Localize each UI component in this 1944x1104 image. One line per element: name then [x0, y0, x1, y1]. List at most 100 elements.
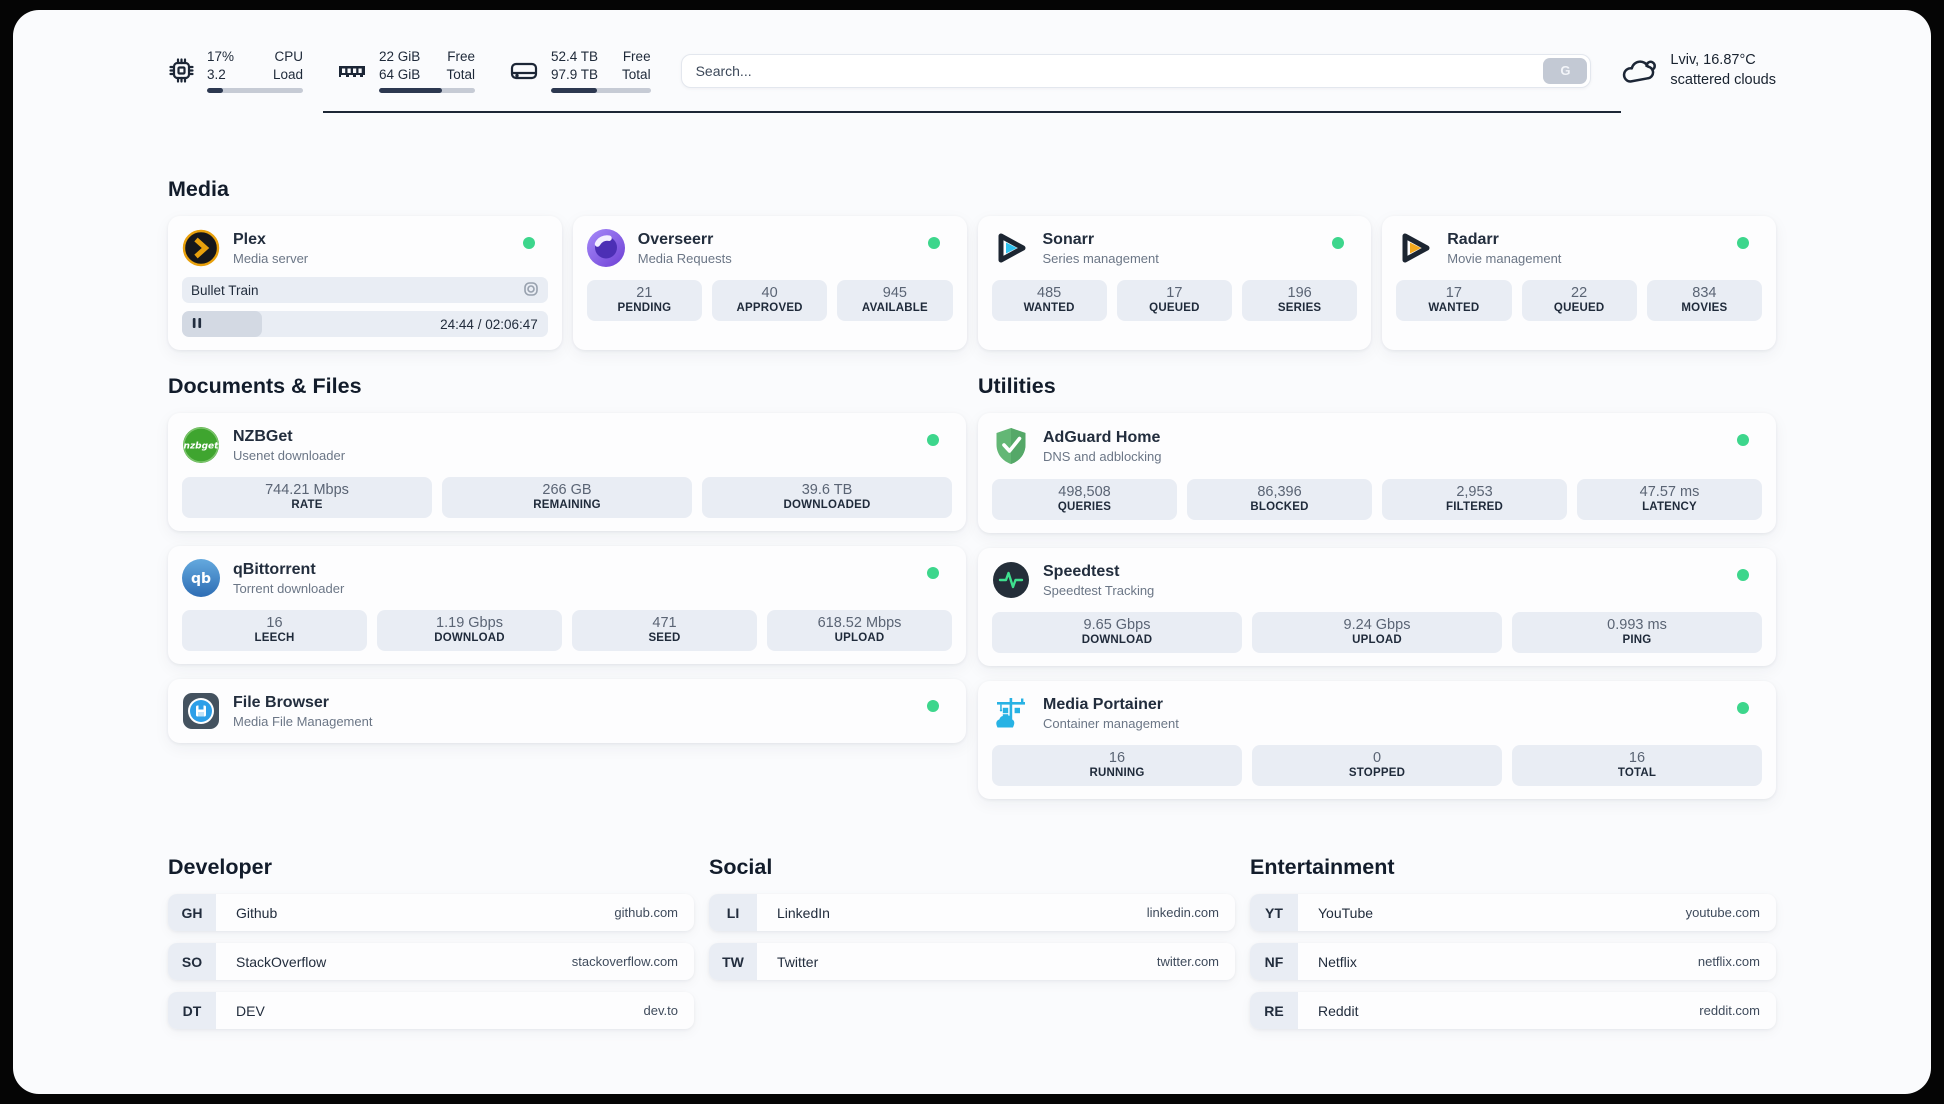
stat-value: 16: [1628, 750, 1646, 767]
stat-value: 945: [882, 285, 907, 302]
service-card-portainer[interactable]: Media Portainer Container management 16 RUN…: [978, 681, 1776, 800]
service-card-plex[interactable]: Plex Media server Bullet Train 24:44 / 02:0…: [168, 216, 562, 351]
service-card-adguard[interactable]: AdGuard Home DNS and adblocking 498,508 QUE…: [978, 413, 1776, 534]
bookmark-url: stackoverflow.com: [571, 954, 678, 970]
bookmark-name: Github: [236, 904, 278, 921]
documents-cards-column: nzbget NZBGet Usenet downloader 744.21 Mbps…: [168, 413, 966, 744]
bookmark-github[interactable]: GH Github github.com: [168, 894, 694, 932]
stat-value: 9.24 Gbps: [1343, 617, 1411, 634]
section-title-entertainment: Entertainment: [1250, 855, 1395, 880]
bookmark-twitter[interactable]: TW Twitter twitter.com: [709, 943, 1235, 981]
service-card-head: File Browser Media File Management: [182, 692, 952, 730]
service-card-head: nzbget NZBGet Usenet downloader: [182, 426, 952, 464]
status-indicator-online: [1737, 434, 1749, 447]
bookmark-abbr: NF: [1250, 943, 1298, 981]
stat-value: 17: [1166, 285, 1183, 302]
cloud-icon: [1621, 57, 1657, 85]
bookmark-linkedin[interactable]: LI LinkedIn linkedin.com: [709, 894, 1235, 932]
status-indicator-online: [927, 237, 940, 250]
bookmark-youtube[interactable]: YT YouTube youtube.com: [1250, 894, 1776, 932]
stat-wanted: 17 WANTED: [1396, 280, 1512, 322]
service-name: Media Portainer: [1043, 696, 1164, 713]
speedtest-icon: [992, 561, 1030, 599]
service-subtitle: Media Requests: [637, 251, 732, 267]
service-card-sonarr[interactable]: Sonarr Series management 485 WANTED 17 QUEUED…: [977, 216, 1372, 351]
bookmark-url: dev.to: [643, 1003, 678, 1019]
stat-value: 47.57 ms: [1639, 484, 1700, 501]
service-card-filebrowser[interactable]: File Browser Media File Management: [168, 679, 966, 744]
bookmark-group-social: Social LI LinkedIn linkedin.com TW Twitter twi…: [709, 855, 1235, 1041]
service-titles: AdGuard Home DNS and adblocking: [1043, 428, 1162, 464]
service-card-speedtest[interactable]: Speedtest Speedtest Tracking 9.65 Gbps DOWN…: [978, 548, 1776, 667]
service-name: NZBGet: [233, 428, 293, 445]
stat-value: 0: [1372, 750, 1382, 767]
service-name: Speedtest: [1043, 563, 1120, 580]
service-stats-row: 498,508 QUERIES 86,396 BLOCKED 2,953 FILTERED…: [992, 479, 1762, 521]
dashboard-page: 17% 3.2 CPU Load 22 GiB 64 GiB Free Tota…: [13, 10, 1931, 1094]
bookmark-reddit[interactable]: RE Reddit reddit.com: [1250, 992, 1776, 1030]
filebrowser-icon: [182, 692, 220, 730]
search-input[interactable]: [680, 53, 1592, 88]
pause-button[interactable]: [192, 317, 202, 332]
stat-value: 9.65 Gbps: [1083, 617, 1151, 634]
stat-leech: 16 LEECH: [182, 610, 367, 652]
stat-label: LATENCY: [1642, 501, 1697, 514]
service-name: qBittorrent: [233, 561, 316, 578]
status-indicator-online: [1737, 237, 1749, 250]
stat-downloaded: 39.6 TB DOWNLOADED: [702, 477, 952, 519]
section-title-documents: Documents & Files: [168, 374, 362, 399]
service-stats-row: 485 WANTED 17 QUEUED 196 SERIES: [991, 280, 1358, 322]
service-card-radarr[interactable]: Radarr Movie management 17 WANTED 22 QUEUED 83…: [1382, 216, 1776, 351]
bookmark-stackoverflow[interactable]: SO StackOverflow stackoverflow.com: [168, 943, 694, 981]
section-media: Media Plex Media server Bullet Train 24:44 …: [168, 177, 1776, 351]
adguard-icon: [992, 426, 1030, 466]
service-card-overseerr[interactable]: Overseerr Media Requests 21 PENDING 40 APPROV…: [572, 216, 967, 351]
weather-widget: Lviv, 16.87°C scattered clouds: [1621, 51, 1776, 90]
stat-label: RUNNING: [1089, 767, 1145, 780]
stat-label: SEED: [648, 632, 681, 645]
bookmark-netflix[interactable]: NF Netflix netflix.com: [1250, 943, 1776, 981]
stat-label: SERIES: [1277, 302, 1322, 315]
service-card-nzbget[interactable]: nzbget NZBGet Usenet downloader 744.21 Mbps…: [168, 413, 966, 532]
status-indicator-online: [522, 237, 535, 250]
bookmark-abbr: SO: [168, 943, 216, 981]
stat-label: BLOCKED: [1250, 501, 1309, 514]
service-subtitle: Media File Management: [233, 714, 373, 730]
service-subtitle: Media server: [233, 251, 309, 267]
search-engine-button[interactable]: G: [1543, 57, 1588, 84]
bookmark-url: netflix.com: [1697, 954, 1760, 970]
bookmark-url: github.com: [614, 905, 678, 921]
memory-labels: Free Total: [446, 49, 475, 82]
cpu-chip-icon: [168, 57, 195, 84]
disk-values: 52.4 TB 97.9 TB: [551, 49, 599, 82]
now-playing-row: Bullet Train: [182, 277, 548, 304]
service-card-head: Speedtest Speedtest Tracking: [992, 561, 1762, 599]
service-stats-row: 16 RUNNING 0 STOPPED 16 TOTAL: [992, 745, 1762, 787]
stat-queued: 22 QUEUED: [1521, 280, 1637, 322]
stat-value: 16: [266, 615, 283, 632]
stat-label: WANTED: [1428, 302, 1480, 315]
service-titles: Media Portainer Container management: [1043, 695, 1179, 731]
stat-wanted: 485 WANTED: [991, 280, 1107, 322]
stat-label: QUEUED: [1553, 302, 1605, 315]
service-name: AdGuard Home: [1043, 429, 1161, 446]
stat-value: 0.993 ms: [1607, 617, 1667, 634]
stat-value: 21: [636, 285, 653, 302]
svg-text:nzbget: nzbget: [184, 442, 220, 452]
stat-value: 40: [761, 285, 778, 302]
service-titles: Plex Media server: [233, 230, 308, 266]
status-indicator-online: [1737, 702, 1749, 715]
service-stats-row: 17 WANTED 22 QUEUED 834 MOVIES: [1396, 280, 1762, 322]
cpu-labels: CPU Load: [272, 49, 303, 82]
bookmark-dev[interactable]: DT DEV dev.to: [168, 992, 694, 1030]
svg-text:qb: qb: [191, 571, 211, 587]
stat-download: 9.65 Gbps DOWNLOAD: [992, 612, 1242, 654]
service-card-head: Plex Media server: [182, 229, 548, 267]
service-subtitle: Usenet downloader: [233, 448, 346, 464]
service-card-qbittorrent[interactable]: qb qBittorrent Torrent downloader 16 LEECH 1.…: [168, 546, 966, 665]
service-name: Sonarr: [1042, 231, 1095, 248]
stat-value: 485: [1037, 285, 1062, 302]
service-titles: Overseerr Media Requests: [638, 230, 732, 266]
view-session-button[interactable]: [523, 281, 539, 300]
stat-value: 744.21 Mbps: [265, 482, 349, 499]
